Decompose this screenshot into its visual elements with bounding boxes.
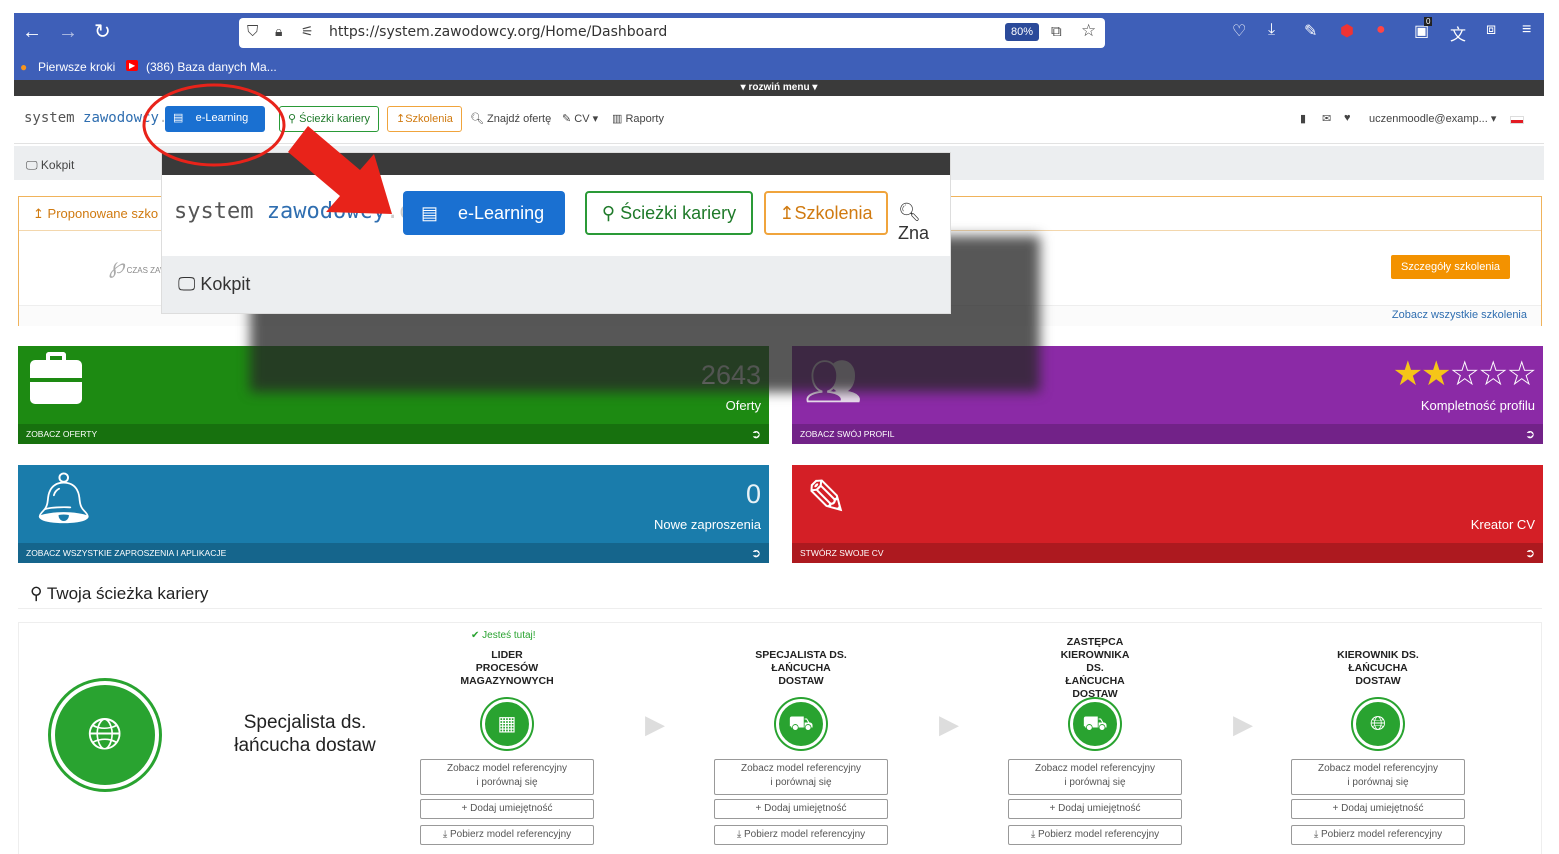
annotation-layer — [142, 83, 392, 214]
red-arrow-icon — [288, 126, 392, 214]
highlight-ellipse — [142, 83, 286, 167]
